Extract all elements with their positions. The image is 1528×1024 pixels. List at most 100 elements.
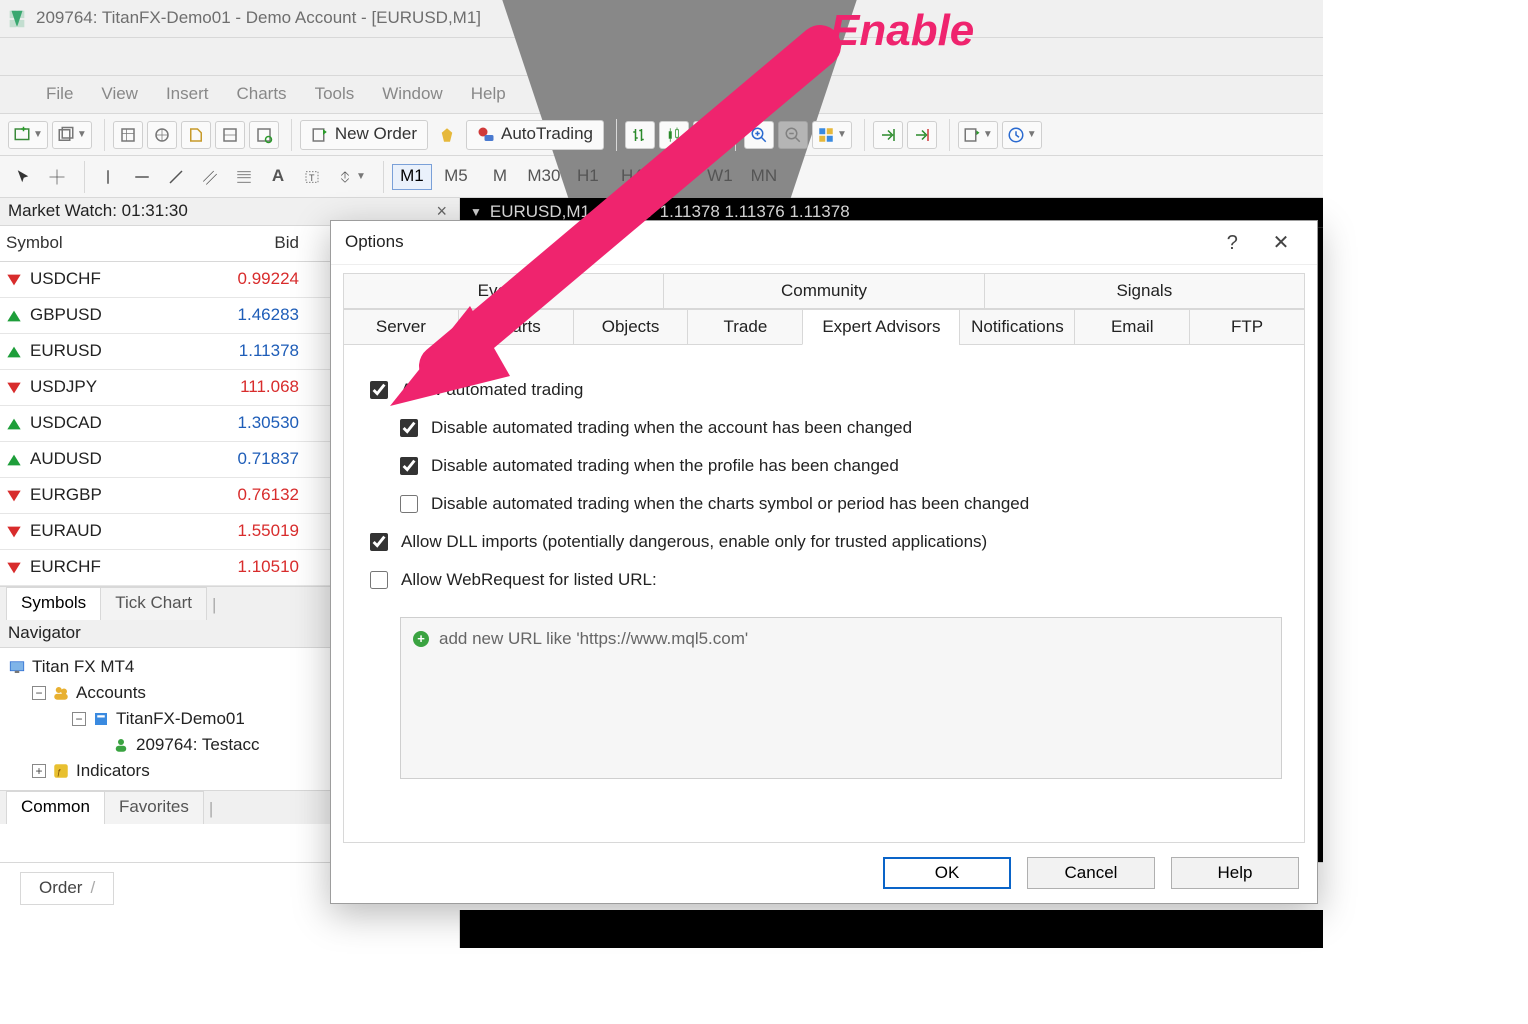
trend-icon[interactable] <box>161 163 191 191</box>
zoom-in-icon[interactable] <box>744 121 774 149</box>
data-window-icon[interactable] <box>147 121 177 149</box>
mw-col-bid[interactable]: Bid <box>189 232 309 254</box>
channel-icon[interactable] <box>195 163 225 191</box>
market-watch-icon[interactable] <box>113 121 143 149</box>
tf-m[interactable]: M <box>480 164 520 190</box>
dialog-help-icon[interactable]: ? <box>1210 230 1254 256</box>
opt-allow-dll[interactable]: Allow DLL imports (potentially dangerous… <box>366 523 1282 561</box>
opt-allow-web-checkbox[interactable] <box>370 571 388 589</box>
mw-symbol: EURCHF <box>30 556 101 578</box>
expand-icon[interactable]: + <box>32 764 46 778</box>
candle-chart-icon[interactable] <box>659 121 689 149</box>
mw-tab-tickchart[interactable]: Tick Chart <box>100 587 207 620</box>
url-listbox[interactable]: + add new URL like 'https://www.mql5.com… <box>400 617 1282 779</box>
crosshair-icon[interactable] <box>42 163 72 191</box>
opt-allow-web-label: Allow WebRequest for listed URL: <box>401 569 657 591</box>
tf-w1[interactable]: W1 <box>700 164 740 190</box>
new-chart-icon[interactable]: ▼ <box>8 121 48 149</box>
menu-insert[interactable]: Insert <box>166 83 209 105</box>
tab-expert-advisors[interactable]: Expert Advisors <box>802 309 960 345</box>
tf-mn[interactable]: MN <box>744 164 784 190</box>
shift-end-icon[interactable] <box>873 121 903 149</box>
opt-disable-account[interactable]: Disable automated trading when the accou… <box>366 409 1282 447</box>
mw-symbol: EURAUD <box>30 520 102 542</box>
dialog-close-icon[interactable]: ✕ <box>1259 230 1303 256</box>
dialog-titlebar[interactable]: Options ? ✕ <box>331 221 1317 265</box>
opt-disable-profile-checkbox[interactable] <box>400 457 418 475</box>
order-tab-extra: / <box>90 877 95 899</box>
tf-m5[interactable]: M5 <box>436 164 476 190</box>
metaquotes-icon[interactable] <box>432 121 462 149</box>
tab-signals[interactable]: Signals <box>984 273 1305 309</box>
menu-view[interactable]: View <box>101 83 138 105</box>
menu-window[interactable]: Window <box>382 83 442 105</box>
mw-symbol: GBPUSD <box>30 304 102 326</box>
add-url-icon[interactable]: + <box>413 631 429 647</box>
opt-allow-dll-checkbox[interactable] <box>370 533 388 551</box>
opt-allow-auto-checkbox[interactable] <box>370 381 388 399</box>
navigator-icon[interactable] <box>181 121 211 149</box>
auto-scroll-icon[interactable] <box>907 121 937 149</box>
tile-windows-icon[interactable]: ▼ <box>812 121 852 149</box>
tab-objects[interactable]: Objects <box>573 309 689 345</box>
collapse-icon[interactable]: − <box>72 712 86 726</box>
mw-tab-symbols[interactable]: Symbols <box>6 587 101 620</box>
fibo-icon[interactable] <box>229 163 259 191</box>
dialog-buttons: OK Cancel Help <box>331 843 1317 903</box>
profiles-icon[interactable]: ▼ <box>52 121 92 149</box>
help-button[interactable]: Help <box>1171 857 1299 889</box>
indicators-list-icon[interactable]: ▼ <box>958 121 998 149</box>
tab-ftp[interactable]: FTP <box>1189 309 1305 345</box>
opt-allow-auto[interactable]: Allow automated trading <box>366 371 1282 409</box>
ok-button[interactable]: OK <box>883 857 1011 889</box>
collapse-icon[interactable]: − <box>32 686 46 700</box>
tf-h4[interactable]: H4 <box>612 164 652 190</box>
new-order-button[interactable]: New Order <box>300 120 428 150</box>
tf-h1[interactable]: H1 <box>568 164 608 190</box>
tab-trade[interactable]: Trade <box>687 309 803 345</box>
arrows-icon[interactable]: ▼ <box>331 163 371 191</box>
menu-file[interactable]: File <box>46 83 73 105</box>
mw-symbol: USDCHF <box>30 268 101 290</box>
periodicity-icon[interactable]: ▼ <box>1002 121 1042 149</box>
tf-m1[interactable]: M1 <box>392 164 432 190</box>
tab-charts[interactable]: Charts <box>458 309 574 345</box>
navigator-title-text: Navigator <box>8 622 81 644</box>
order-tab[interactable]: Order / <box>20 872 114 904</box>
terminal-icon[interactable] <box>215 121 245 149</box>
tf-d1[interactable]: D1 <box>656 164 696 190</box>
opt-allow-web[interactable]: Allow WebRequest for listed URL: <box>366 561 1282 599</box>
autotrading-button[interactable]: AutoTrading <box>466 120 604 150</box>
textlabel-icon[interactable]: T <box>297 163 327 191</box>
zoom-out-icon[interactable] <box>778 121 808 149</box>
opt-disable-symbol[interactable]: Disable automated trading when the chart… <box>366 485 1282 523</box>
cancel-button[interactable]: Cancel <box>1027 857 1155 889</box>
menu-tools[interactable]: Tools <box>315 83 355 105</box>
opt-disable-profile[interactable]: Disable automated trading when the profi… <box>366 447 1282 485</box>
strategytester-icon[interactable] <box>249 121 279 149</box>
mw-col-symbol[interactable]: Symbol <box>6 232 189 254</box>
tab-community[interactable]: Community <box>663 273 984 309</box>
tf-m30[interactable]: M30 <box>524 164 564 190</box>
vline-icon[interactable] <box>93 163 123 191</box>
menu-charts[interactable]: Charts <box>236 83 286 105</box>
nav-tab-common[interactable]: Common <box>6 791 105 824</box>
cursor-icon[interactable] <box>8 163 38 191</box>
tab-server[interactable]: Server <box>343 309 459 345</box>
tab-notifications[interactable]: Notifications <box>959 309 1075 345</box>
text-icon[interactable]: A <box>263 163 293 191</box>
order-tab-label: Order <box>39 877 82 899</box>
opt-disable-account-label: Disable automated trading when the accou… <box>431 417 912 439</box>
hline-icon[interactable] <box>127 163 157 191</box>
bar-chart-icon[interactable] <box>625 121 655 149</box>
tab-email[interactable]: Email <box>1074 309 1190 345</box>
opt-disable-account-checkbox[interactable] <box>400 419 418 437</box>
line-chart-icon[interactable] <box>693 121 723 149</box>
opt-disable-symbol-checkbox[interactable] <box>400 495 418 513</box>
nav-tab-favorites[interactable]: Favorites <box>104 791 204 824</box>
arrow-up-icon <box>6 308 22 324</box>
tab-events[interactable]: Events <box>343 273 664 309</box>
menu-help[interactable]: Help <box>471 83 506 105</box>
chart-menu-icon[interactable]: ▼ <box>470 205 482 221</box>
arrow-up-icon <box>6 452 22 468</box>
